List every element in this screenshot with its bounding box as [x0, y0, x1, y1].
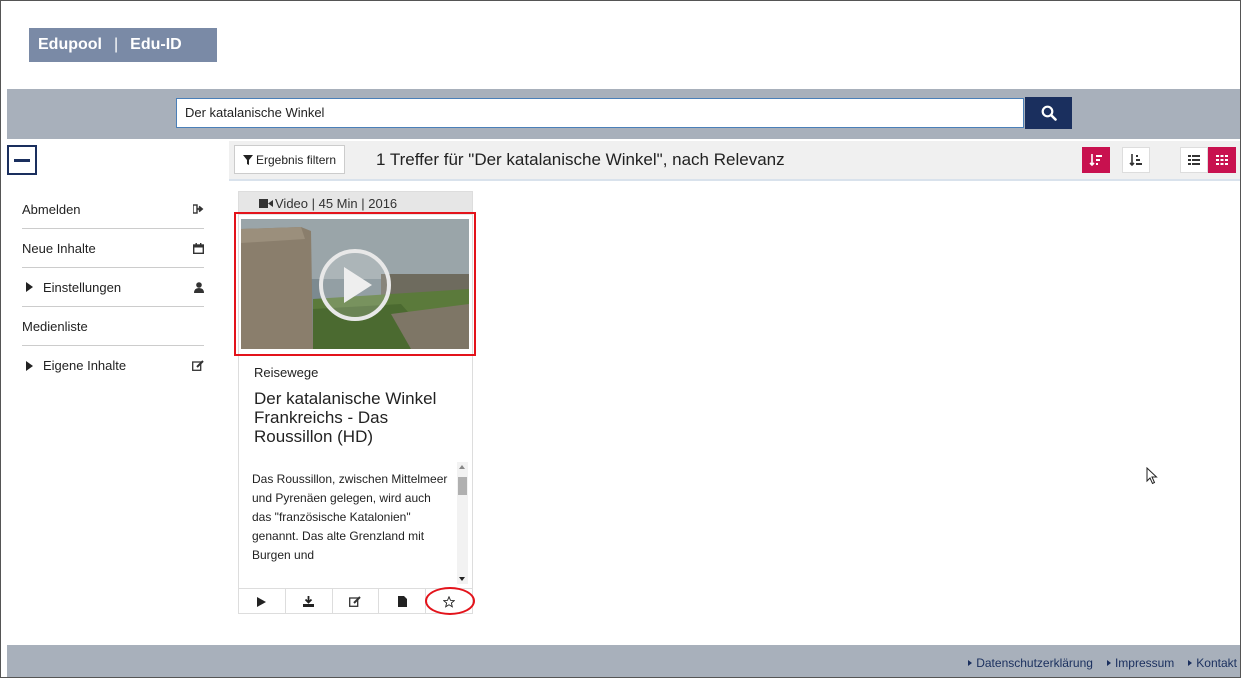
- sort-desc-button[interactable]: [1082, 147, 1110, 173]
- edit-button[interactable]: [333, 589, 380, 614]
- card-title[interactable]: Der katalanische Winkel Frankreichs - Da…: [254, 389, 464, 446]
- sidebar-item-label: Eigene Inhalte: [43, 358, 127, 373]
- sidebar-item-einstellungen[interactable]: Einstellungen: [22, 268, 204, 307]
- download-icon: [303, 596, 315, 607]
- video-thumbnail-highlight[interactable]: [234, 212, 476, 356]
- filter-icon: [243, 154, 253, 165]
- list-icon: [1188, 155, 1200, 165]
- scroll-down-icon[interactable]: [459, 577, 465, 581]
- search-icon: [1041, 105, 1057, 121]
- play-icon: [257, 596, 267, 607]
- footer-link-impressum[interactable]: Impressum: [1106, 656, 1174, 670]
- grid-view-button[interactable]: [1208, 147, 1236, 173]
- scroll-up-icon[interactable]: [459, 465, 465, 469]
- castle-thumbnail-image: [241, 219, 469, 349]
- mouse-cursor-icon: [1146, 467, 1158, 485]
- expand-triangle-icon: [26, 282, 33, 292]
- filter-button[interactable]: Ergebnis filtern: [234, 145, 346, 174]
- caret-right-icon: [1188, 660, 1193, 666]
- sidebar-item-label: Einstellungen: [43, 279, 122, 295]
- caret-right-icon: [968, 660, 973, 666]
- download-button[interactable]: [286, 589, 333, 614]
- footer-link-datenschutz[interactable]: Datenschutzerklärung: [968, 656, 1093, 670]
- expand-triangle-icon: [26, 360, 33, 371]
- edit-icon: [349, 596, 362, 607]
- sidebar-item-medienliste[interactable]: Medienliste: [22, 307, 204, 346]
- caret-right-icon: [1106, 660, 1111, 666]
- favorite-highlight: [425, 587, 475, 615]
- list-view-button[interactable]: [1180, 147, 1208, 173]
- footer-link-kontakt[interactable]: Kontakt: [1188, 656, 1237, 670]
- video-camera-icon: [259, 199, 273, 208]
- sidebar-collapse-button[interactable]: [7, 145, 37, 175]
- document-icon: [397, 596, 407, 607]
- sidebar: Abmelden Neue Inhalte Einstellungen Medi…: [22, 190, 204, 385]
- brand-separator: |: [113, 36, 119, 53]
- sidebar-item-label: Abmelden: [22, 201, 81, 217]
- brand-eduid: Edu-ID: [130, 36, 182, 53]
- card-meta-text: Video | 45 Min | 2016: [275, 196, 398, 211]
- footer-links: Datenschutzerklärung Impressum Kontakt: [968, 656, 1237, 670]
- search-button[interactable]: [1025, 97, 1072, 129]
- results-summary: 1 Treffer für "Der katalanische Winkel",…: [376, 150, 785, 169]
- brand-edupool: Edupool: [38, 36, 102, 53]
- sidebar-item-neue-inhalte[interactable]: Neue Inhalte: [22, 229, 204, 268]
- card-description: Das Roussillon, zwischen Mittelmeer und …: [252, 472, 448, 562]
- sidebar-item-label: Medienliste: [22, 318, 88, 334]
- sidebar-item-label: Neue Inhalte: [22, 240, 96, 256]
- minus-icon: [14, 158, 30, 162]
- document-button[interactable]: [379, 589, 427, 614]
- search-input[interactable]: Der katalanische Winkel: [176, 98, 1024, 128]
- video-thumbnail[interactable]: [241, 219, 469, 349]
- grid-icon: [1216, 155, 1228, 165]
- sort-desc-icon: [1089, 154, 1102, 167]
- calendar-icon: [193, 242, 204, 254]
- filter-label: Ergebnis filtern: [256, 152, 337, 167]
- card-series: Reisewege: [254, 365, 319, 380]
- sidebar-item-abmelden[interactable]: Abmelden: [22, 190, 204, 229]
- play-button[interactable]: [239, 589, 286, 614]
- edit-icon: [192, 360, 204, 371]
- sign-out-icon: [193, 204, 204, 214]
- brand-logo[interactable]: Edupool | Edu-ID: [29, 28, 217, 62]
- sort-asc-icon: [1129, 154, 1142, 167]
- sidebar-item-eigene-inhalte[interactable]: Eigene Inhalte: [22, 346, 204, 385]
- description-scrollbar[interactable]: [457, 462, 468, 584]
- sort-asc-button[interactable]: [1122, 147, 1150, 173]
- scrollbar-thumb[interactable]: [458, 477, 467, 495]
- user-icon: [194, 281, 204, 293]
